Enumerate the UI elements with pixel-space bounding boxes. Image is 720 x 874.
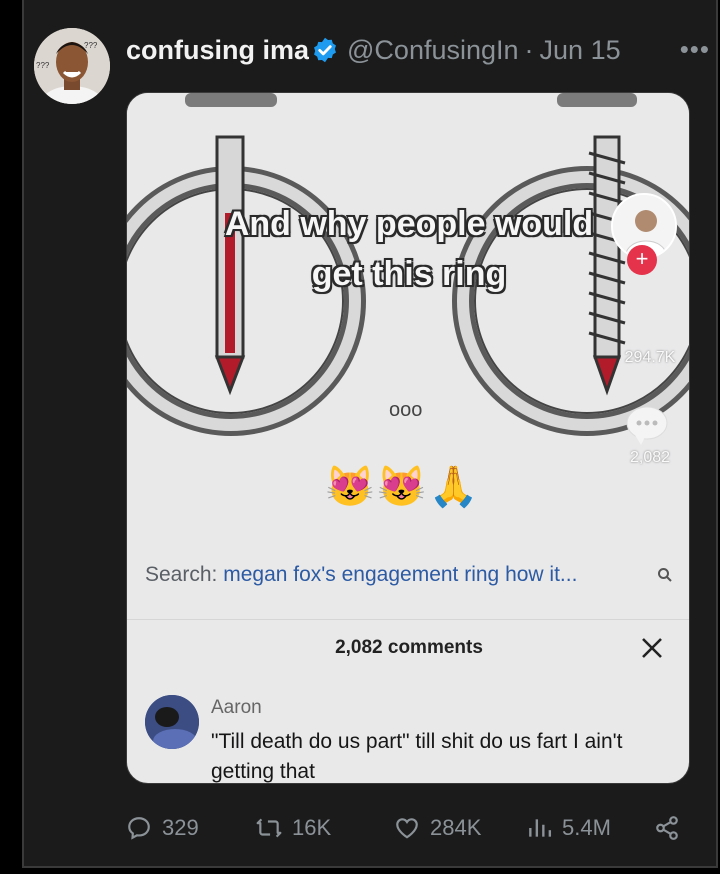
heart-icon bbox=[396, 818, 418, 839]
video-comment-count: 2,082 bbox=[629, 449, 671, 466]
verified-badge-icon bbox=[314, 37, 336, 63]
search-prefix: Search: bbox=[145, 563, 224, 586]
author-avatar[interactable]: ??? ??? bbox=[34, 28, 110, 104]
separator-dot: · bbox=[524, 34, 534, 65]
share-button[interactable] bbox=[654, 808, 690, 848]
comment-bubble-icon[interactable] bbox=[625, 405, 669, 445]
tweet-date[interactable]: Jun 15 bbox=[540, 35, 621, 66]
follow-plus-icon[interactable]: + bbox=[627, 245, 657, 275]
comment-text: "Till death do us part" till shit do us … bbox=[211, 730, 623, 783]
svg-text:???: ??? bbox=[84, 41, 98, 50]
search-bar[interactable]: Search: megan fox's engagement ring how … bbox=[127, 551, 689, 601]
comments-divider bbox=[127, 619, 689, 620]
more-options-icon[interactable]: ••• bbox=[680, 34, 710, 65]
search-term: megan fox's engagement ring how it... bbox=[223, 563, 578, 586]
author-name[interactable]: confusing ima bbox=[126, 35, 309, 66]
like-button[interactable]: 284K bbox=[394, 808, 481, 848]
reply-count: 329 bbox=[162, 815, 199, 840]
share-icon bbox=[656, 816, 678, 840]
reply-icon bbox=[128, 817, 150, 840]
tweet-actions: 329 16K 284K 5.4M bbox=[126, 808, 696, 848]
view-count: 5.4M bbox=[562, 815, 611, 840]
svg-text:???: ??? bbox=[36, 61, 50, 70]
tweet-header: confusing ima @ConfusingIn · Jun 15 bbox=[126, 30, 696, 70]
comment-author[interactable]: Aaron bbox=[211, 697, 262, 719]
video-caption-line-1: And why people would bbox=[224, 205, 594, 243]
views-icon bbox=[529, 819, 552, 837]
search-icon[interactable] bbox=[657, 567, 673, 583]
commenter-avatar[interactable] bbox=[145, 695, 199, 749]
tweet-card: ??? ??? confusing ima @ConfusingIn · Jun… bbox=[22, 0, 718, 868]
emoji-row: 😻😻🙏 bbox=[325, 465, 481, 509]
retweet-button[interactable]: 16K bbox=[256, 808, 331, 848]
dots-decoration: ooo bbox=[389, 399, 423, 421]
retweet-count: 16K bbox=[292, 815, 332, 840]
tweet-media[interactable]: And why people would get this ring ooo 😻… bbox=[126, 92, 690, 784]
like-count: 284K bbox=[430, 815, 482, 840]
author-handle[interactable]: @ConfusingIn bbox=[347, 35, 519, 66]
search-text[interactable]: Search: megan fox's engagement ring how … bbox=[145, 563, 577, 587]
retweet-icon bbox=[256, 818, 282, 838]
comments-title: 2,082 comments bbox=[335, 637, 483, 658]
video-caption-line-2: get this ring bbox=[311, 255, 507, 293]
views-button[interactable]: 5.4M bbox=[526, 808, 611, 848]
reply-button[interactable]: 329 bbox=[126, 808, 199, 848]
video-like-count: 294.7K bbox=[624, 349, 676, 366]
close-icon[interactable] bbox=[639, 635, 665, 661]
